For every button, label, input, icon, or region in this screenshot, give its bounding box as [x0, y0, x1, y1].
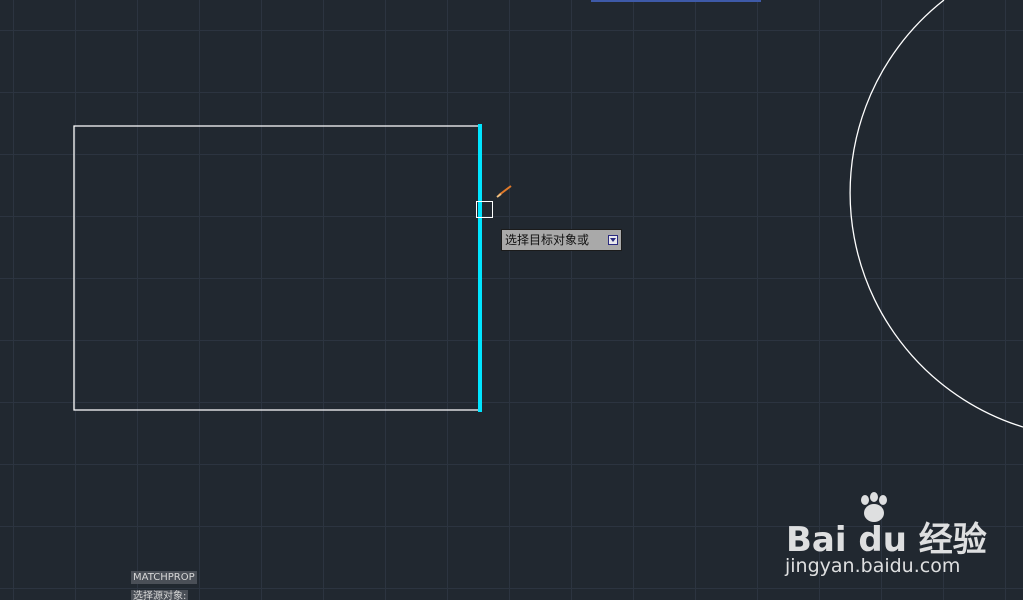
- watermark-url: jingyan.baidu.com: [785, 555, 961, 577]
- drawing-canvas[interactable]: 选择目标对象或 MATCHPROP 选择源对象: Bai du 经验 jingy…: [0, 0, 1023, 600]
- tooltip-prompt-text: 选择目标对象或: [505, 233, 590, 247]
- watermark-logo-text: Bai du 经验: [786, 520, 987, 560]
- arc[interactable]: [849, 0, 1023, 428]
- command-history-line: 选择源对象:: [131, 590, 189, 600]
- dynamic-input-tooltip: 选择目标对象或: [501, 229, 622, 251]
- paintbrush-icon: [496, 185, 512, 198]
- pickbox-cursor: [476, 201, 493, 218]
- arrow-down-icon[interactable]: [608, 235, 618, 245]
- baidu-jingyan-watermark: Bai du 经验 jingyan.baidu.com: [780, 485, 987, 580]
- rectangle-outline[interactable]: [73, 125, 480, 411]
- command-history-line: MATCHPROP: [131, 571, 197, 584]
